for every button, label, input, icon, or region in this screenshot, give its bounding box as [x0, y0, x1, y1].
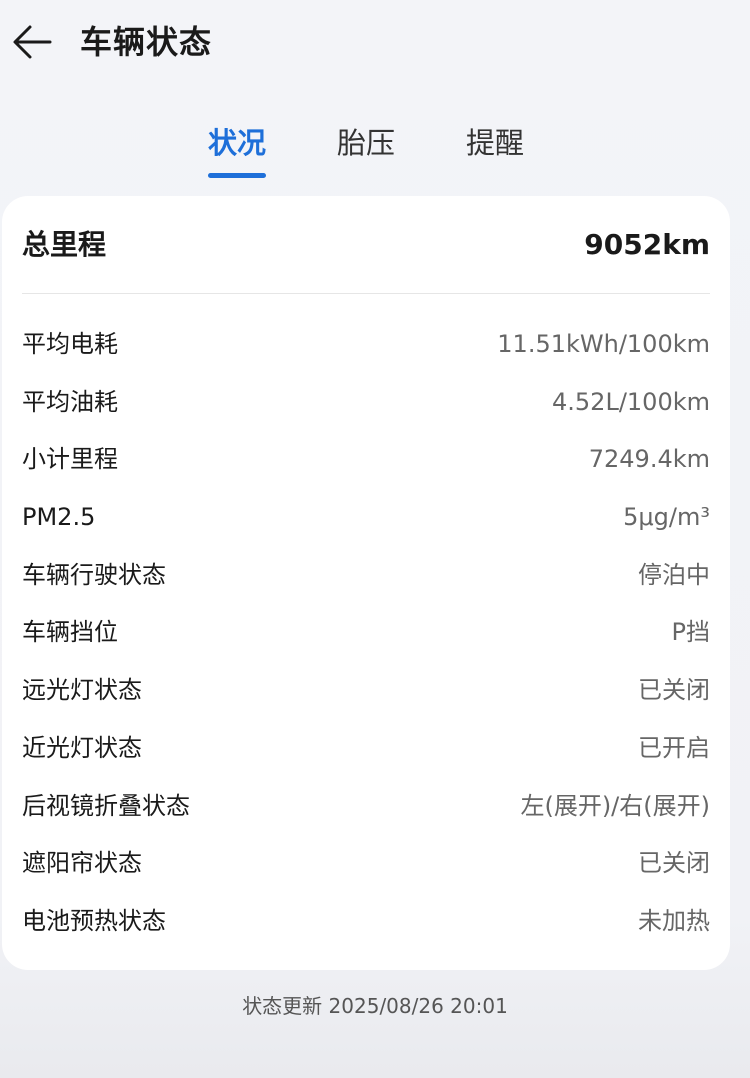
list-item: 平均油耗 4.52L/100km — [22, 374, 710, 432]
row-value: 4.52L/100km — [552, 387, 710, 416]
list-item: 车辆行驶状态 停泊中 — [22, 547, 710, 605]
total-mileage-row: 总里程 9052km — [22, 220, 710, 270]
row-value: 5μg/m³ — [623, 503, 710, 532]
total-mileage-label: 总里程 — [22, 228, 107, 261]
top-bar: 车辆状态 — [0, 0, 750, 84]
row-label: 后视镜折叠状态 — [22, 791, 190, 820]
row-label: 远光灯状态 — [22, 676, 142, 705]
tab-tire-pressure[interactable]: 胎压 — [337, 120, 395, 166]
status-update-timestamp: 状态更新 2025/08/26 20:01 — [242, 994, 508, 1018]
row-label: 电池预热状态 — [22, 906, 166, 935]
tab-tire-pressure-label: 胎压 — [337, 126, 396, 160]
divider — [22, 293, 710, 294]
row-label: 平均电耗 — [22, 330, 118, 358]
list-item: 近光灯状态 已开启 — [22, 720, 710, 778]
row-value: P挡 — [671, 618, 710, 647]
row-label: 遮阳帘状态 — [22, 849, 142, 878]
tab-status[interactable]: 状况 — [208, 120, 267, 178]
total-mileage-value: 9052km — [584, 228, 710, 261]
list-item: 平均电耗 11.51kWh/100km — [22, 316, 710, 374]
back-button[interactable] — [10, 22, 54, 62]
row-label: 车辆行驶状态 — [22, 560, 166, 589]
list-item: PM2.5 5μg/m³ — [22, 489, 710, 547]
row-label: 小计里程 — [22, 445, 118, 474]
list-item: 后视镜折叠状态 左(展开)/右(展开) — [22, 778, 710, 836]
tab-reminder-label: 提醒 — [466, 126, 525, 160]
active-tab-indicator — [208, 173, 266, 178]
row-value: 7249.4km — [588, 445, 710, 474]
row-value: 停泊中 — [638, 560, 710, 589]
vehicle-status-card: 总里程 9052km 平均电耗 11.51kWh/100km 平均油耗 4.52… — [2, 196, 730, 970]
status-list: 平均电耗 11.51kWh/100km 平均油耗 4.52L/100km 小计里… — [22, 316, 710, 951]
row-value: 左(展开)/右(展开) — [520, 791, 710, 820]
list-item: 小计里程 7249.4km — [22, 431, 710, 489]
tab-bar: 状况 胎压 提醒 — [0, 120, 750, 184]
list-item: 远光灯状态 已关闭 — [22, 662, 710, 720]
row-value: 未加热 — [638, 906, 710, 935]
tab-status-label: 状况 — [208, 126, 267, 160]
list-item: 电池预热状态 未加热 — [22, 893, 710, 951]
page-title: 车辆状态 — [80, 23, 213, 61]
row-value: 已关闭 — [638, 676, 710, 705]
row-label: 平均油耗 — [22, 387, 118, 416]
tab-reminder[interactable]: 提醒 — [466, 120, 524, 166]
row-value: 11.51kWh/100km — [497, 330, 710, 358]
row-label: 近光灯状态 — [22, 733, 142, 762]
row-value: 已关闭 — [638, 849, 710, 878]
list-item: 遮阳帘状态 已关闭 — [22, 835, 710, 893]
row-label: 车辆挡位 — [22, 618, 118, 647]
list-item: 车辆挡位 P挡 — [22, 604, 710, 662]
row-value: 已开启 — [638, 733, 710, 762]
row-label: PM2.5 — [22, 503, 96, 532]
arrow-left-icon — [13, 25, 52, 59]
